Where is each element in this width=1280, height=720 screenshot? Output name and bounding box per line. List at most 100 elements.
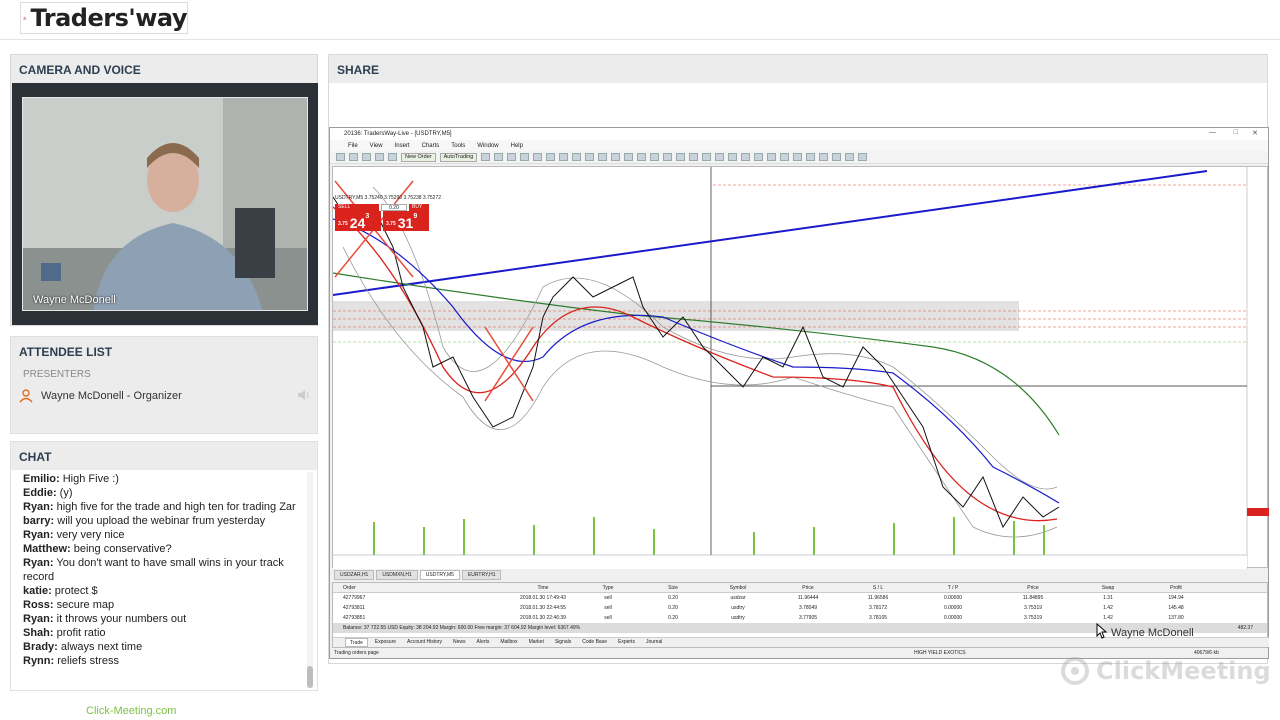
toolbar-crosshair-icon[interactable] bbox=[637, 153, 647, 161]
toolbar-m1-icon[interactable] bbox=[754, 153, 764, 161]
terminal-column-header[interactable]: Time bbox=[513, 585, 573, 591]
lot-size-input[interactable]: 0.20 bbox=[381, 204, 407, 211]
terminal-column-header[interactable]: Order bbox=[333, 585, 513, 591]
toolbar-arrows-icon[interactable] bbox=[741, 153, 751, 161]
terminal-tab-alerts[interactable]: Alerts bbox=[473, 638, 494, 647]
toolbar-zoom-in-icon[interactable] bbox=[520, 153, 530, 161]
mt-menu-item-window[interactable]: Window bbox=[477, 143, 498, 149]
chart-tab[interactable]: USDZAR,H1 bbox=[334, 570, 375, 580]
toolbar-templates-icon[interactable] bbox=[611, 153, 621, 161]
speaker-icon[interactable] bbox=[297, 389, 311, 401]
toolbar-navigator-icon[interactable] bbox=[388, 153, 397, 161]
chat-scroll-thumb[interactable] bbox=[307, 666, 313, 688]
terminal-tab-experts[interactable]: Experts bbox=[614, 638, 639, 647]
mt-menu-item-view[interactable]: View bbox=[370, 143, 383, 149]
terminal-column-header[interactable]: Swap bbox=[1073, 585, 1143, 591]
terminal-tab-exposure[interactable]: Exposure bbox=[371, 638, 400, 647]
toolbar-h1-icon[interactable] bbox=[806, 153, 816, 161]
maximize-icon[interactable]: □ bbox=[1234, 129, 1238, 136]
mt-menu-item-insert[interactable]: Insert bbox=[395, 143, 410, 149]
toolbar-mn-icon[interactable] bbox=[858, 153, 868, 161]
terminal-order-row[interactable]: 42779967 2018.01.30 17:49:43 sell 0.20 usdza… bbox=[333, 593, 1267, 603]
toolbar-market-watch-icon[interactable] bbox=[362, 153, 371, 161]
chat-username: Ross: bbox=[23, 599, 54, 611]
terminal-tab-code-base[interactable]: Code Base bbox=[578, 638, 611, 647]
traders-way-logo-icon bbox=[23, 16, 27, 20]
terminal-column-header[interactable]: Profit bbox=[1143, 585, 1209, 591]
toolbar-cursor-icon[interactable] bbox=[624, 153, 634, 161]
autotrading-button[interactable]: AutoTrading bbox=[439, 152, 478, 162]
chat-text: high five for the trade and high ten for… bbox=[53, 501, 296, 513]
toolbar-data-window-icon[interactable] bbox=[375, 153, 384, 161]
toolbar-fibo-icon[interactable] bbox=[702, 153, 712, 161]
toolbar-w1-icon[interactable] bbox=[845, 153, 855, 161]
terminal-column-header[interactable]: Price bbox=[773, 585, 843, 591]
terminal-order-row[interactable]: 42793811 2018.01.30 22:44:55 sell 0.20 usdtr… bbox=[333, 603, 1267, 613]
sell-button[interactable]: SELL bbox=[335, 204, 379, 211]
buy-button[interactable]: BUY bbox=[409, 204, 429, 211]
minimize-icon[interactable]: — bbox=[1209, 129, 1216, 136]
toolbar-m30-icon[interactable] bbox=[793, 153, 803, 161]
toolbar-line-chart-icon[interactable] bbox=[507, 153, 517, 161]
terminal-header: Order Time Type Size Symbol Price S / LT / P Pr… bbox=[333, 583, 1267, 593]
toolbar-periods-icon[interactable] bbox=[598, 153, 608, 161]
clickmeeting-link[interactable]: Click-Meeting.com bbox=[86, 705, 176, 717]
terminal-cell: 42779967 bbox=[343, 595, 366, 601]
camera-video[interactable]: Wayne McDonell bbox=[22, 97, 308, 311]
price-chart[interactable]: SELL BUY 0.20 USDTRY,M5 3.75240 3.75290 … bbox=[332, 166, 1269, 569]
toolbar-trendline-icon[interactable] bbox=[676, 153, 686, 161]
toolbar-text-icon[interactable] bbox=[715, 153, 725, 161]
chart-canvas[interactable] bbox=[332, 167, 1269, 569]
chat-messages: Emilio: High Five :) Eddie: (y) Ryan: high… bbox=[11, 470, 307, 690]
new-order-button[interactable]: New Order bbox=[401, 152, 436, 162]
terminal-tab-account-history[interactable]: Account History bbox=[403, 638, 446, 647]
terminal-tab-market[interactable]: Market bbox=[525, 638, 548, 647]
toolbar-hline-icon[interactable] bbox=[663, 153, 673, 161]
mt-menu-item-file[interactable]: File bbox=[348, 143, 358, 149]
toolbar-tile-icon[interactable] bbox=[546, 153, 556, 161]
terminal-tab-mailbox[interactable]: Mailbox bbox=[496, 638, 521, 647]
terminal-tab-journal[interactable]: Journal bbox=[642, 638, 666, 647]
terminal-tab-news[interactable]: News bbox=[449, 638, 470, 647]
terminal-column-header[interactable]: S / L bbox=[843, 585, 913, 591]
terminal-column-header[interactable]: Symbol bbox=[703, 585, 773, 591]
chat-scrollbar[interactable] bbox=[307, 472, 313, 688]
close-icon[interactable]: ✕ bbox=[1252, 129, 1258, 137]
toolbar-label-icon[interactable] bbox=[728, 153, 738, 161]
chart-tab[interactable]: USDMXN,H1 bbox=[376, 570, 418, 580]
toolbar-vline-icon[interactable] bbox=[650, 153, 660, 161]
mt-menu-item-help[interactable]: Help bbox=[511, 143, 523, 149]
chat-username: Ryan: bbox=[23, 501, 54, 513]
terminal-tab-trade[interactable]: Trade bbox=[345, 638, 368, 647]
toolbar-new-chart-icon[interactable] bbox=[336, 153, 345, 161]
terminal-tab-signals[interactable]: Signals bbox=[551, 638, 575, 647]
toolbar-bar-chart-icon[interactable] bbox=[481, 153, 491, 161]
buy-price[interactable]: 3.75 31 9 bbox=[383, 211, 429, 231]
mt-menu-item-charts[interactable]: Charts bbox=[422, 143, 440, 149]
terminal-column-header[interactable]: T / P bbox=[913, 585, 993, 591]
chart-tab[interactable]: EURTRY,H1 bbox=[461, 570, 502, 580]
toolbar-channel-icon[interactable] bbox=[689, 153, 699, 161]
toolbar-indicators-icon[interactable] bbox=[585, 153, 595, 161]
share-panel-title: Share bbox=[329, 55, 1267, 83]
terminal-cell: 11.96444 bbox=[797, 595, 819, 601]
toolbar-d1-icon[interactable] bbox=[832, 153, 842, 161]
toolbar-candle-icon[interactable] bbox=[494, 153, 504, 161]
attendee-item[interactable]: Wayne McDonell - Organizer bbox=[19, 387, 315, 405]
chart-tab[interactable]: USDTRY,M5 bbox=[419, 570, 460, 580]
terminal-column-header[interactable]: Type bbox=[573, 585, 643, 591]
toolbar-chart-shift-icon[interactable] bbox=[572, 153, 582, 161]
toolbar-zoom-out-icon[interactable] bbox=[533, 153, 543, 161]
toolbar-autoscroll-icon[interactable] bbox=[559, 153, 569, 161]
toolbar-profiles-icon[interactable] bbox=[349, 153, 358, 161]
terminal-column-header[interactable]: Price bbox=[993, 585, 1073, 591]
terminal-order-row[interactable]: 42793851 2018.01.30 22:46:39 sell 0.20 usdtr… bbox=[333, 613, 1267, 623]
terminal-cell: 3.78049 bbox=[798, 605, 818, 611]
toolbar-h4-icon[interactable] bbox=[819, 153, 829, 161]
sell-price[interactable]: 3.75 24 3 bbox=[335, 211, 381, 231]
terminal-column-header[interactable]: Size bbox=[643, 585, 703, 591]
chat-message: Ryan: high five for the trade and high t… bbox=[23, 500, 303, 514]
toolbar-m5-icon[interactable] bbox=[767, 153, 777, 161]
toolbar-m15-icon[interactable] bbox=[780, 153, 790, 161]
mt-menu-item-tools[interactable]: Tools bbox=[451, 143, 465, 149]
